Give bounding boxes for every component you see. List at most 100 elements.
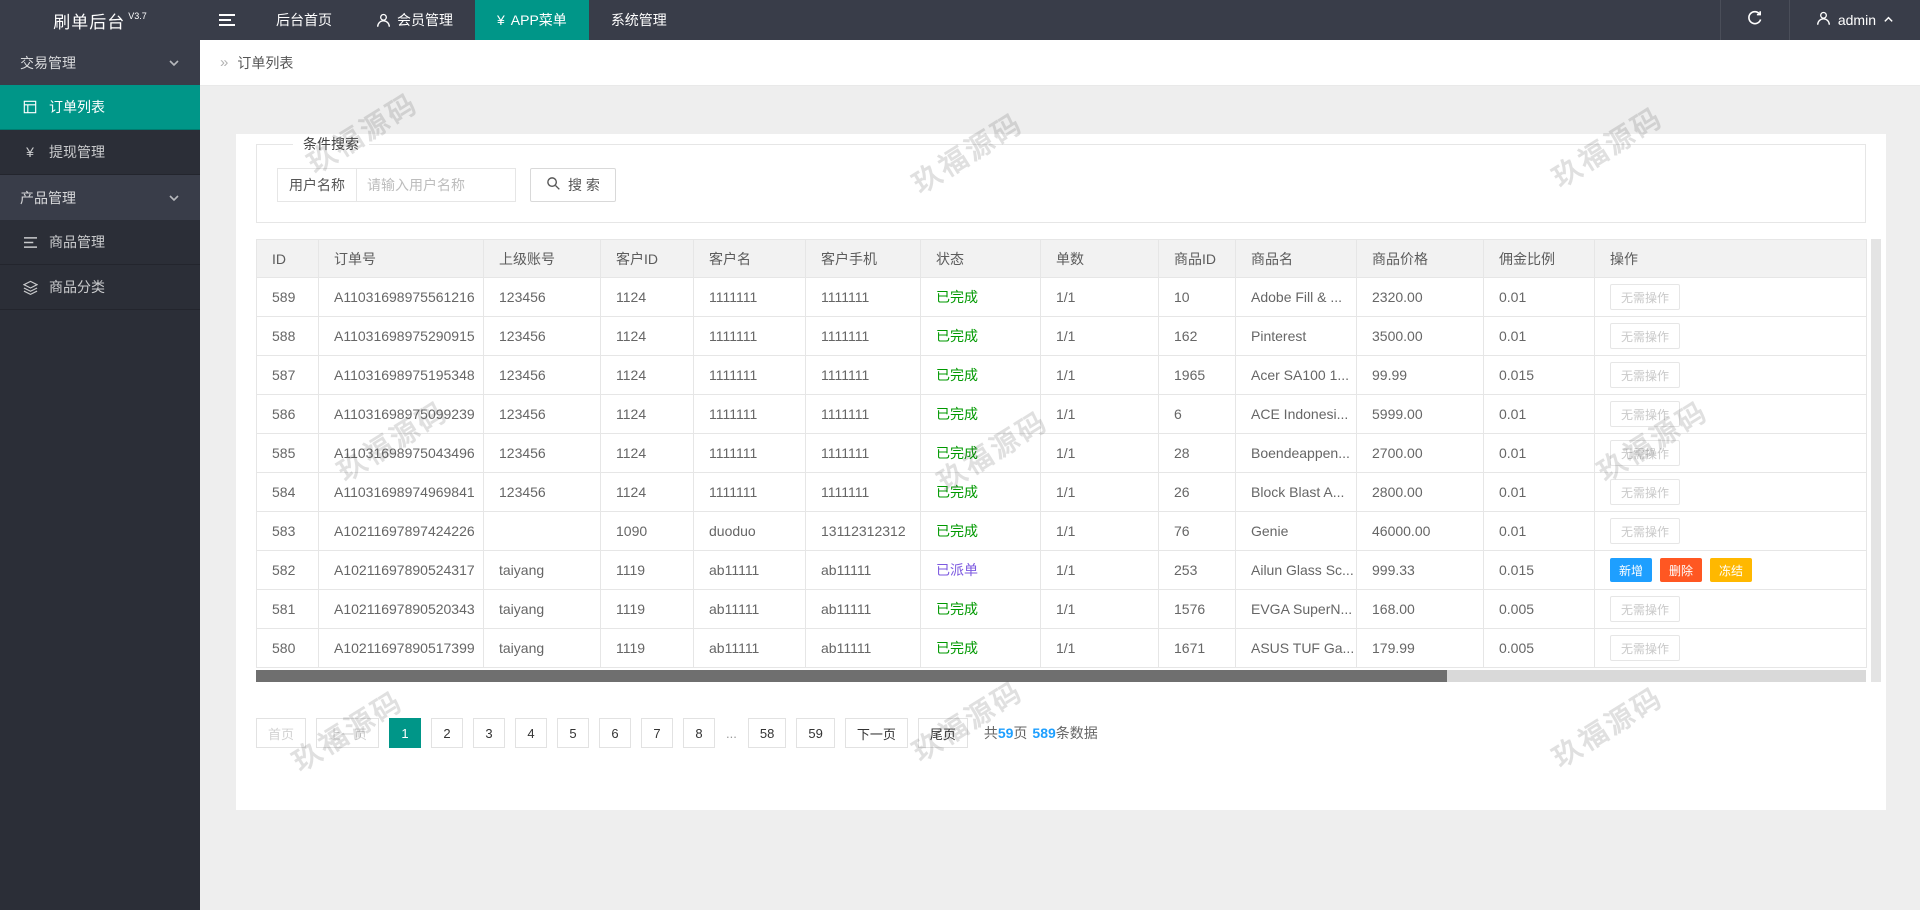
col-header-10: 商品价格 <box>1357 240 1484 278</box>
no-action-button: 无需操作 <box>1610 635 1680 661</box>
cell-customer-name: 1111111 <box>694 278 806 317</box>
pagination-page-5[interactable]: 5 <box>557 718 589 748</box>
cell-id: 588 <box>257 317 319 356</box>
pagination-page-7[interactable]: 7 <box>641 718 673 748</box>
cell-order-no: A11031698974969841 <box>319 473 484 512</box>
pagination: 首页上一页12345678...5859下一页尾页共59页589条数据 <box>256 718 1866 748</box>
pagination-summary: 共59页589条数据 <box>984 723 1098 743</box>
status-badge: 已完成 <box>936 406 978 422</box>
no-action-button: 无需操作 <box>1610 401 1680 427</box>
username-input[interactable] <box>356 168 516 202</box>
cell-product-name: Genie <box>1236 512 1357 551</box>
cell-status: 已完成 <box>921 512 1041 551</box>
cell-customer-name: ab11111 <box>694 629 806 668</box>
delete-button[interactable]: 删除 <box>1660 558 1702 582</box>
sidebar-item-goods-category[interactable]: 商品分类 <box>0 265 200 310</box>
add-button[interactable]: 新增 <box>1610 558 1652 582</box>
user-icon <box>1816 11 1831 29</box>
cell-status: 已完成 <box>921 434 1041 473</box>
nav-item-system[interactable]: 系统管理 <box>589 0 689 40</box>
layers-icon <box>20 280 40 295</box>
cell-price: 999.33 <box>1357 551 1484 590</box>
cell-parent-account: taiyang <box>484 551 601 590</box>
cell-status: 已完成 <box>921 278 1041 317</box>
cell-product-id: 76 <box>1159 512 1236 551</box>
cell-order-count: 1/1 <box>1041 473 1159 512</box>
pagination-page-8[interactable]: 8 <box>683 718 715 748</box>
cell-actions: 无需操作 <box>1595 512 1867 551</box>
username-label: admin <box>1838 12 1876 28</box>
cell-customer-id: 1090 <box>601 512 694 551</box>
horizontal-scrollbar-thumb[interactable] <box>256 670 1447 682</box>
user-menu[interactable]: admin <box>1790 0 1920 40</box>
pagination-page-58[interactable]: 58 <box>748 718 786 748</box>
nav-item-home[interactable]: 后台首页 <box>254 0 354 40</box>
cell-order-count: 1/1 <box>1041 356 1159 395</box>
pagination-page-2[interactable]: 2 <box>431 718 463 748</box>
col-header-7: 单数 <box>1041 240 1159 278</box>
orders-panel: 条件搜索 用户名称 搜 索 I <box>236 134 1886 810</box>
refresh-button[interactable] <box>1720 0 1790 40</box>
nav-item-label: 系统管理 <box>611 10 667 30</box>
horizontal-scrollbar-track[interactable] <box>256 670 1866 682</box>
pagination-page-3[interactable]: 3 <box>473 718 505 748</box>
no-action-button: 无需操作 <box>1610 596 1680 622</box>
vertical-scrollbar-track[interactable] <box>1871 239 1881 682</box>
sidebar-item-withdraw-management[interactable]: ¥提现管理 <box>0 130 200 175</box>
pagination-next[interactable]: 下一页 <box>845 718 908 748</box>
sidebar-item-product-management[interactable]: 产品管理 <box>0 175 200 220</box>
cell-product-name: Adobe Fill & ... <box>1236 278 1357 317</box>
sidebar-item-trade-management[interactable]: 交易管理 <box>0 40 200 85</box>
sidebar-item-goods-management[interactable]: 商品管理 <box>0 220 200 265</box>
freeze-button[interactable]: 冻结 <box>1710 558 1752 582</box>
sidebar-item-order-list[interactable]: 订单列表 <box>0 85 200 130</box>
cell-commission: 0.01 <box>1484 317 1595 356</box>
col-header-2: 上级账号 <box>484 240 601 278</box>
cell-customer-name: ab11111 <box>694 551 806 590</box>
nav-item-label: 会员管理 <box>397 10 453 30</box>
cell-customer-name: 1111111 <box>694 356 806 395</box>
pagination-page-6[interactable]: 6 <box>599 718 631 748</box>
cell-actions: 无需操作 <box>1595 356 1867 395</box>
cell-product-id: 253 <box>1159 551 1236 590</box>
cell-customer-phone: 1111111 <box>806 434 921 473</box>
cell-order-no: A10211697890520343 <box>319 590 484 629</box>
cell-parent-account: taiyang <box>484 590 601 629</box>
cell-actions: 新增删除冻结 <box>1595 551 1867 590</box>
pagination-first[interactable]: 首页 <box>256 718 306 748</box>
pagination-last[interactable]: 尾页 <box>918 718 968 748</box>
nav-item-app-menu[interactable]: ¥APP菜单 <box>475 0 589 40</box>
cell-order-no: A10211697890524317 <box>319 551 484 590</box>
cell-price: 2700.00 <box>1357 434 1484 473</box>
search-icon <box>546 176 561 194</box>
cell-customer-id: 1124 <box>601 395 694 434</box>
nav-item-label: APP菜单 <box>511 10 567 30</box>
app-title: 刷单后台 <box>53 8 125 33</box>
no-action-button: 无需操作 <box>1610 323 1680 349</box>
cell-parent-account: 123456 <box>484 473 601 512</box>
cell-parent-account: 123456 <box>484 317 601 356</box>
cell-customer-id: 1119 <box>601 551 694 590</box>
cell-actions: 无需操作 <box>1595 434 1867 473</box>
table-row: 582A10211697890524317taiyang1119ab11111a… <box>257 551 1867 590</box>
cell-commission: 0.01 <box>1484 473 1595 512</box>
cell-parent-account: 123456 <box>484 395 601 434</box>
nav-item-members[interactable]: 会员管理 <box>354 0 475 40</box>
cell-customer-phone: 1111111 <box>806 356 921 395</box>
pagination-page-1[interactable]: 1 <box>389 718 421 748</box>
no-action-button: 无需操作 <box>1610 479 1680 505</box>
search-button[interactable]: 搜 索 <box>530 168 616 202</box>
breadcrumb: » 订单列表 <box>200 40 1920 86</box>
table-row: 580A10211697890517399taiyang1119ab11111a… <box>257 629 1867 668</box>
collapse-menu-icon[interactable] <box>200 0 254 40</box>
sidebar-item-label: 订单列表 <box>49 97 105 117</box>
status-badge: 已完成 <box>936 367 978 383</box>
col-header-6: 状态 <box>921 240 1041 278</box>
pagination-prev[interactable]: 上一页 <box>316 718 379 748</box>
cell-price: 99.99 <box>1357 356 1484 395</box>
pagination-page-59[interactable]: 59 <box>796 718 834 748</box>
pagination-page-4[interactable]: 4 <box>515 718 547 748</box>
cell-commission: 0.01 <box>1484 278 1595 317</box>
cell-customer-id: 1124 <box>601 434 694 473</box>
cell-customer-phone: 1111111 <box>806 278 921 317</box>
